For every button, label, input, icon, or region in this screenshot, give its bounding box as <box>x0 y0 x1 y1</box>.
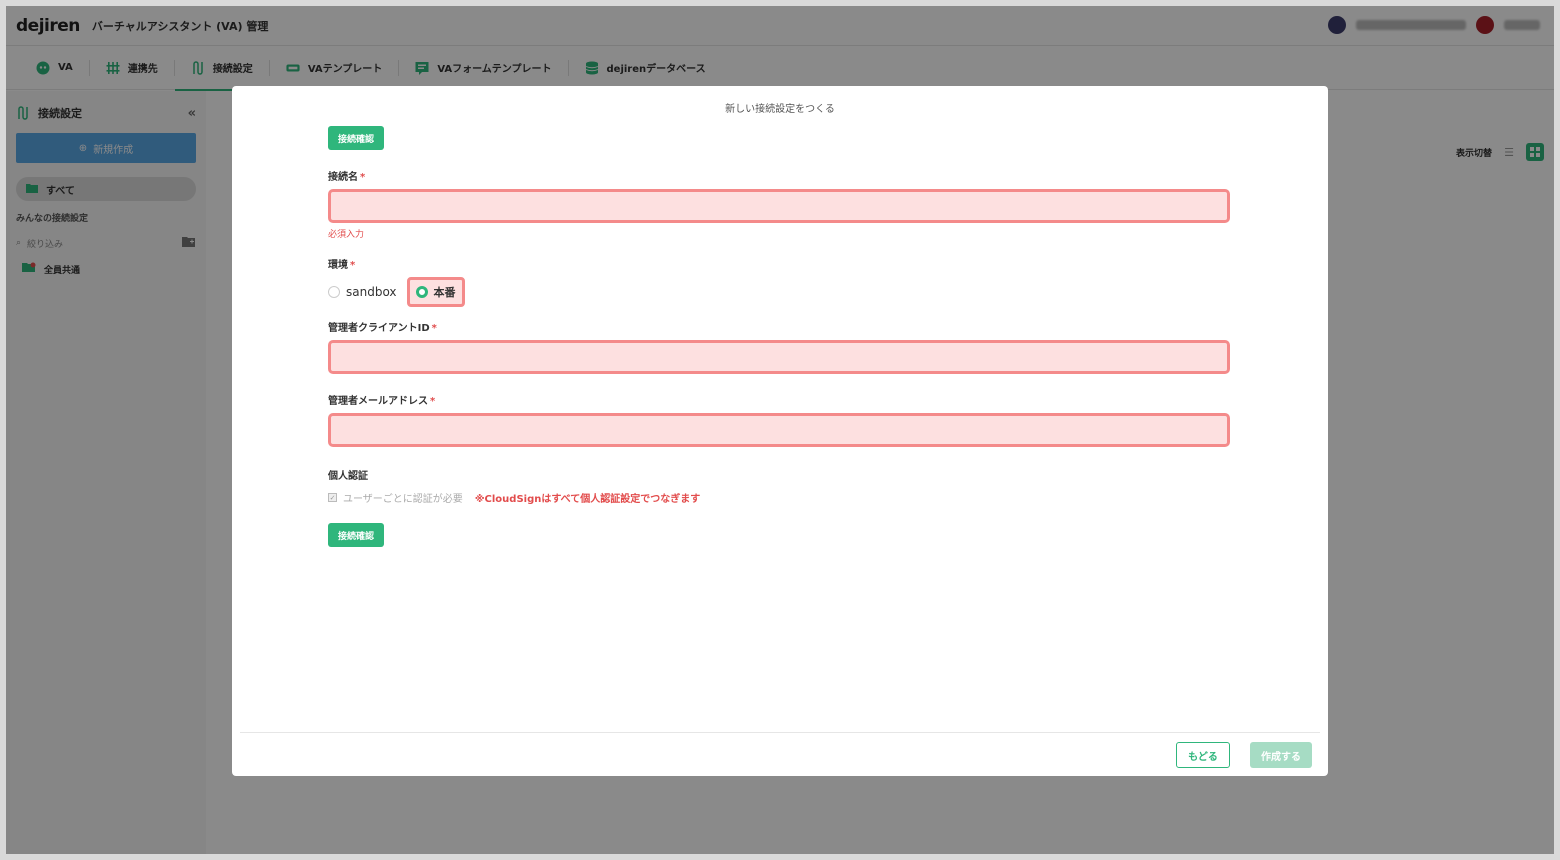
email-label-text: 管理者メールアドレス <box>328 396 428 407</box>
environment-radio-group: sandbox 本番 <box>328 277 1230 307</box>
check-connection-button-bottom[interactable]: 接続確認 <box>328 523 385 547</box>
required-error-message: 必須入力 <box>328 230 365 240</box>
client-id-label: 管理者クライアントID * <box>328 319 1230 334</box>
personal-auth-row: ✓ ユーザーごとに認証が必要 ※CloudSignはすべて個人認証設定でつなぎま… <box>328 490 1230 505</box>
connection-name-label: 接続名 * <box>328 168 1230 183</box>
connection-name-label-text: 接続名 <box>328 172 358 183</box>
required-mark: * <box>430 396 436 407</box>
new-connection-modal: 新しい接続設定をつくる 接続確認 接続名 * 必須入力 環境 * sandbox 本… <box>232 86 1328 776</box>
app-window: dejiren バーチャルアシスタント (VA) 管理 VA 連携先 接続設定 … <box>6 6 1554 854</box>
connection-name-input[interactable] <box>328 189 1230 223</box>
personal-auth-note: ※CloudSignはすべて個人認証設定でつなぎます <box>474 494 701 505</box>
modal-footer: もどる 作成する <box>240 732 1320 776</box>
client-id-label-text: 管理者クライアントID <box>328 323 430 334</box>
email-label: 管理者メールアドレス * <box>328 392 1230 407</box>
check-connection-button-top[interactable]: 接続確認 <box>328 126 385 150</box>
modal-title: 新しい接続設定をつくる <box>725 104 835 115</box>
environment-label: 環境 * <box>328 256 1230 271</box>
create-button[interactable]: 作成する <box>1250 742 1312 768</box>
personal-auth-checkbox-label: ユーザーごとに認証が必要 <box>343 494 463 505</box>
environment-label-text: 環境 <box>328 260 348 271</box>
connection-form: 接続確認 接続名 * 必須入力 環境 * sandbox 本番 管理者クライアントI… <box>328 126 1230 547</box>
personal-auth-checkbox[interactable]: ✓ <box>328 493 337 502</box>
required-mark: * <box>431 323 437 334</box>
client-id-input[interactable] <box>328 340 1230 374</box>
email-input[interactable] <box>328 413 1230 447</box>
radio-sandbox-label[interactable]: sandbox <box>346 285 397 299</box>
radio-production[interactable] <box>415 286 428 298</box>
required-mark: * <box>350 260 356 271</box>
personal-auth-label: 個人認証 <box>328 471 368 482</box>
radio-production-highlight[interactable]: 本番 <box>406 277 465 307</box>
radio-production-label[interactable]: 本番 <box>434 284 456 300</box>
back-button[interactable]: もどる <box>1176 742 1230 768</box>
radio-sandbox[interactable] <box>328 286 340 298</box>
required-mark: * <box>360 172 366 183</box>
